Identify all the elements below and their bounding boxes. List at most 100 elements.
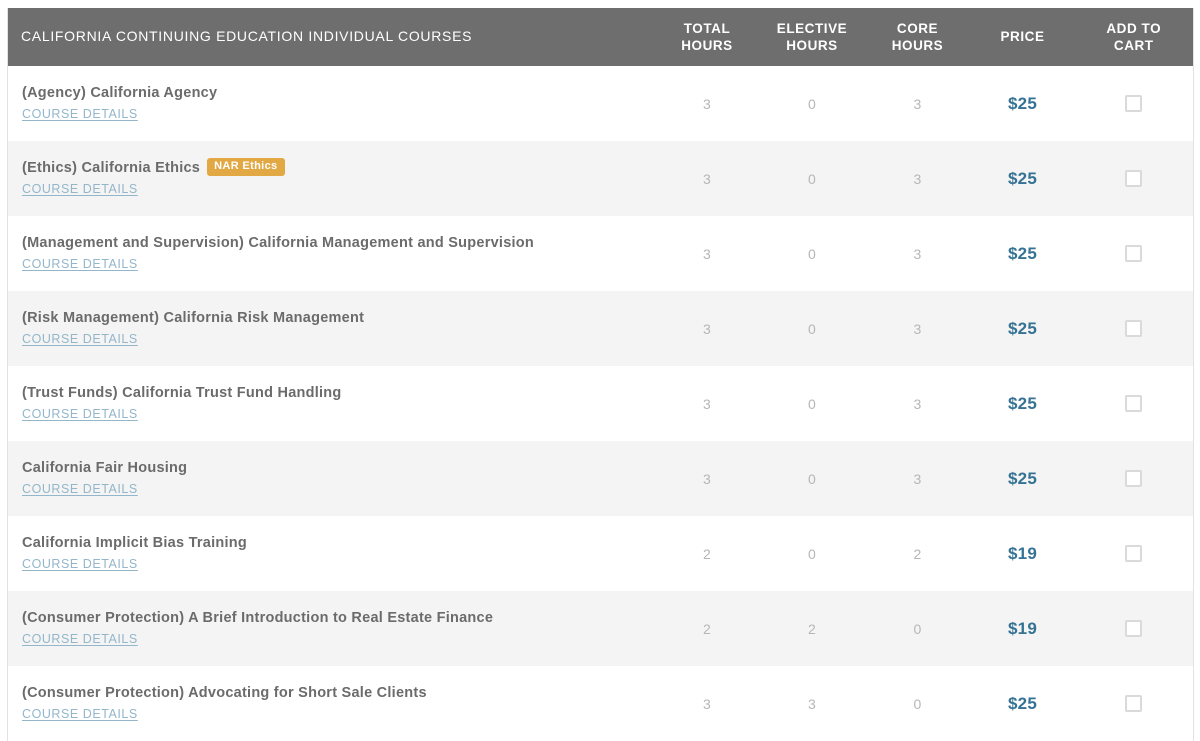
column-header-add-to-cart: Add To Cart — [1075, 8, 1194, 66]
course-name: (Ethics) California Ethics — [22, 159, 201, 176]
add-to-cart-cell — [1075, 441, 1194, 516]
elective-hours-cell: 0 — [807, 95, 817, 112]
price-cell: $25 — [1008, 168, 1037, 188]
course-badge: NAR Ethics — [207, 158, 285, 176]
price-cell: $19 — [1008, 618, 1037, 638]
add-to-cart-cell — [1075, 216, 1194, 291]
course-name: California Implicit Bias Training — [22, 534, 247, 551]
elective-hours-cell: 2 — [807, 620, 817, 637]
table-row: (Consumer Protection) A Brief Introducti… — [7, 591, 1194, 666]
total-hours-cell: 3 — [702, 695, 712, 712]
course-name-row: (Ethics) California Ethics NAR Ethics — [22, 158, 645, 177]
column-header-add-to-cart-line1: Add To — [1106, 20, 1162, 36]
price-cell: $25 — [1008, 693, 1037, 713]
price-cell: $19 — [1008, 543, 1037, 563]
column-header-core-hours: Core Hours — [865, 8, 971, 66]
table-row: (Risk Management) California Risk Manage… — [7, 291, 1194, 366]
add-to-cart-checkbox[interactable] — [1125, 94, 1143, 112]
course-title-cell: (Agency) California Agency Course Details — [8, 66, 655, 141]
course-details-link[interactable]: Course Details — [22, 407, 138, 421]
core-hours-cell: 3 — [913, 470, 922, 487]
add-to-cart-cell — [1075, 591, 1194, 666]
course-name-row: California Implicit Bias Training — [22, 534, 645, 552]
column-header-elective-hours-line1: Elective — [776, 20, 848, 36]
course-title-cell: (Ethics) California Ethics NAR Ethics Cour… — [8, 141, 655, 216]
add-to-cart-cell — [1075, 366, 1194, 441]
column-header-total-hours: Total Hours — [655, 8, 760, 66]
add-to-cart-checkbox[interactable] — [1125, 169, 1143, 187]
course-name-row: (Consumer Protection) Advocating for Sho… — [22, 684, 645, 702]
core-hours-cell: 3 — [913, 395, 922, 412]
course-details-link[interactable]: Course Details — [22, 557, 138, 571]
add-to-cart-checkbox[interactable] — [1125, 319, 1143, 337]
table-body: (Agency) California Agency Course Details… — [7, 66, 1194, 741]
column-header-elective-hours: Elective Hours — [760, 8, 865, 66]
course-details-link[interactable]: Course Details — [22, 482, 138, 496]
table-row: California Fair Housing Course Details 3 0 3… — [7, 441, 1194, 516]
add-to-cart-checkbox[interactable] — [1125, 694, 1143, 712]
add-to-cart-cell — [1075, 141, 1194, 216]
core-hours-cell: 3 — [913, 320, 922, 337]
course-title-cell: (Management and Supervision) California … — [8, 216, 655, 291]
price-cell: $25 — [1008, 468, 1037, 488]
course-title-cell: (Consumer Protection) Advocating for Sho… — [8, 666, 655, 741]
total-hours-cell: 3 — [702, 95, 712, 112]
column-header-core-hours-line1: Core — [896, 20, 939, 36]
add-to-cart-checkbox[interactable] — [1125, 619, 1143, 637]
column-header-total-hours-line1: Total — [683, 20, 731, 36]
course-details-link[interactable]: Course Details — [22, 182, 138, 196]
course-title-cell: (Risk Management) California Risk Manage… — [8, 291, 655, 366]
price-cell: $25 — [1008, 393, 1037, 413]
course-details-link[interactable]: Course Details — [22, 332, 138, 346]
course-title-cell: (Consumer Protection) A Brief Introducti… — [8, 591, 655, 666]
course-name: (Management and Supervision) California … — [22, 234, 534, 251]
course-name-row: (Consumer Protection) A Brief Introducti… — [22, 609, 645, 627]
core-hours-cell: 3 — [913, 95, 922, 112]
column-header-course-title: California Continuing Education Individu… — [21, 28, 473, 45]
core-hours-cell: 0 — [913, 695, 922, 712]
elective-hours-cell: 0 — [807, 170, 817, 187]
total-hours-cell: 2 — [702, 620, 712, 637]
elective-hours-cell: 0 — [807, 545, 817, 562]
table-row: (Ethics) California Ethics NAR Ethics Cour… — [7, 141, 1194, 216]
course-catalog-table: California Continuing Education Individu… — [7, 8, 1194, 741]
add-to-cart-cell — [1075, 291, 1194, 366]
elective-hours-cell: 0 — [807, 470, 817, 487]
price-cell: $25 — [1008, 318, 1037, 338]
core-hours-cell: 2 — [913, 545, 922, 562]
elective-hours-cell: 3 — [807, 695, 817, 712]
course-details-link[interactable]: Course Details — [22, 257, 138, 271]
column-header-add-to-cart-line2: Cart — [1113, 38, 1154, 53]
table-row: (Agency) California Agency Course Details… — [7, 66, 1194, 141]
table-header-row: California Continuing Education Individu… — [7, 8, 1194, 66]
add-to-cart-checkbox[interactable] — [1125, 394, 1143, 412]
total-hours-cell: 2 — [702, 545, 712, 562]
course-details-link[interactable]: Course Details — [22, 107, 138, 121]
table-row: (Management and Supervision) California … — [7, 216, 1194, 291]
course-details-link[interactable]: Course Details — [22, 632, 138, 646]
add-to-cart-checkbox[interactable] — [1125, 544, 1143, 562]
core-hours-cell: 3 — [913, 245, 922, 262]
table-row: (Consumer Protection) Advocating for Sho… — [7, 666, 1194, 741]
add-to-cart-checkbox[interactable] — [1125, 244, 1143, 262]
core-hours-cell: 3 — [913, 170, 922, 187]
add-to-cart-cell — [1075, 666, 1194, 741]
add-to-cart-cell — [1075, 516, 1194, 591]
course-name-row: (Management and Supervision) California … — [22, 234, 645, 252]
elective-hours-cell: 0 — [807, 320, 817, 337]
column-header-elective-hours-line2: Hours — [786, 38, 838, 53]
total-hours-cell: 3 — [702, 470, 712, 487]
add-to-cart-checkbox[interactable] — [1125, 469, 1143, 487]
price-cell: $25 — [1008, 93, 1037, 113]
course-title-cell: (Trust Funds) California Trust Fund Hand… — [8, 366, 655, 441]
course-name: California Fair Housing — [22, 459, 188, 476]
table-row: California Implicit Bias Training Course … — [7, 516, 1194, 591]
course-name: (Consumer Protection) A Brief Introducti… — [22, 609, 494, 626]
course-name: (Risk Management) California Risk Manage… — [22, 309, 365, 326]
total-hours-cell: 3 — [702, 395, 712, 412]
course-catalog-page: California Continuing Education Individu… — [0, 0, 1200, 741]
course-details-link[interactable]: Course Details — [22, 707, 138, 721]
course-name: (Trust Funds) California Trust Fund Hand… — [22, 384, 342, 401]
column-header-core-hours-line2: Hours — [891, 38, 944, 53]
column-header-price: Price — [1000, 29, 1045, 45]
